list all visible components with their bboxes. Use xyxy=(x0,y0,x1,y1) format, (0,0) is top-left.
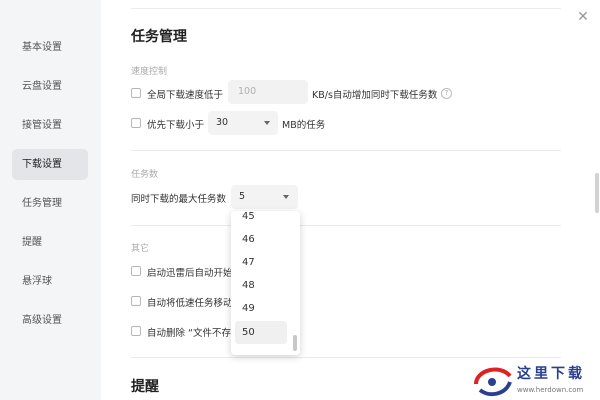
sidebar-item-float-ball[interactable]: 悬浮球 xyxy=(12,266,88,297)
sidebar: 基本设置 云盘设置 接管设置 下载设置 任务管理 提醒 悬浮球 高级设置 xyxy=(0,0,101,400)
sidebar-item-reminder[interactable]: 提醒 xyxy=(12,227,88,258)
speed-threshold-input[interactable]: 100 xyxy=(228,80,308,104)
max-tasks-label: 同时下载的最大任务数 xyxy=(131,194,227,205)
max-tasks-select-value: 5 xyxy=(239,191,246,202)
priority-small-checkbox[interactable] xyxy=(131,118,141,128)
other-heading: 其它 xyxy=(131,244,150,254)
dropdown-option[interactable]: 45 xyxy=(235,211,287,228)
auto-start-checkbox[interactable] xyxy=(131,266,141,276)
watermark-text: 这里下载 xyxy=(517,366,585,382)
max-tasks-dropdown: 45 46 47 48 49 50 xyxy=(231,211,300,355)
move-slow-label: 自动将低速任务移动 xyxy=(147,298,233,309)
sidebar-item-cloud[interactable]: 云盘设置 xyxy=(12,71,88,102)
watermark: 这里下载 www.herdown.com xyxy=(470,360,600,400)
dropdown-option-hovered[interactable]: 50 xyxy=(235,321,287,344)
sidebar-item-advanced[interactable]: 高级设置 xyxy=(12,305,88,336)
max-tasks-select[interactable]: 5 xyxy=(231,185,298,209)
auto-start-label: 启动迅雷后自动开始 xyxy=(147,268,233,279)
auto-delete-checkbox[interactable] xyxy=(131,326,141,336)
divider xyxy=(131,225,561,226)
dropdown-option[interactable]: 47 xyxy=(235,251,287,274)
chevron-down-icon xyxy=(264,121,270,125)
size-select-value: 30 xyxy=(216,117,229,128)
sidebar-item-task-management[interactable]: 任务管理 xyxy=(12,188,88,219)
priority-small-label: 优先下载小于 xyxy=(147,120,205,131)
sidebar-item-takeover[interactable]: 接管设置 xyxy=(12,110,88,141)
task-count-heading: 任务数 xyxy=(131,170,159,180)
watermark-logo-icon xyxy=(474,367,512,397)
move-slow-checkbox[interactable] xyxy=(131,296,141,306)
sidebar-item-download[interactable]: 下载设置 xyxy=(12,149,88,180)
settings-window: 基本设置 云盘设置 接管设置 下载设置 任务管理 提醒 悬浮球 高级设置 ✕ 任… xyxy=(0,0,600,400)
divider xyxy=(131,150,561,151)
dropdown-scrollbar[interactable] xyxy=(293,335,297,351)
watermark-url: www.herdown.com xyxy=(517,386,584,394)
speed-control-heading: 速度控制 xyxy=(131,67,168,77)
help-icon[interactable]: ? xyxy=(441,88,452,99)
dropdown-option[interactable]: 46 xyxy=(235,228,287,251)
divider xyxy=(131,357,561,358)
reminder-section-title: 提醒 xyxy=(131,379,159,395)
sidebar-item-basic[interactable]: 基本设置 xyxy=(12,32,88,63)
size-suffix-label: MB的任务 xyxy=(282,120,326,131)
chevron-down-icon xyxy=(283,195,289,199)
settings-content: ✕ 任务管理 速度控制 全局下载速度低于 100 KB/s自动增加同时下载任务数… xyxy=(101,0,600,400)
global-speed-checkbox[interactable] xyxy=(131,88,141,98)
auto-delete-label: 自动删除 “文件不存 xyxy=(147,328,231,339)
top-divider xyxy=(131,8,561,9)
page-scrollbar[interactable] xyxy=(595,173,599,213)
section-title: 任务管理 xyxy=(131,29,187,45)
close-icon[interactable]: ✕ xyxy=(576,10,590,24)
dropdown-option[interactable]: 49 xyxy=(235,297,287,320)
dropdown-option[interactable]: 48 xyxy=(235,274,287,297)
size-select[interactable]: 30 xyxy=(208,111,278,135)
global-speed-label: 全局下载速度低于 xyxy=(147,90,224,101)
speed-suffix-label: KB/s自动增加同时下载任务数 xyxy=(312,90,438,101)
